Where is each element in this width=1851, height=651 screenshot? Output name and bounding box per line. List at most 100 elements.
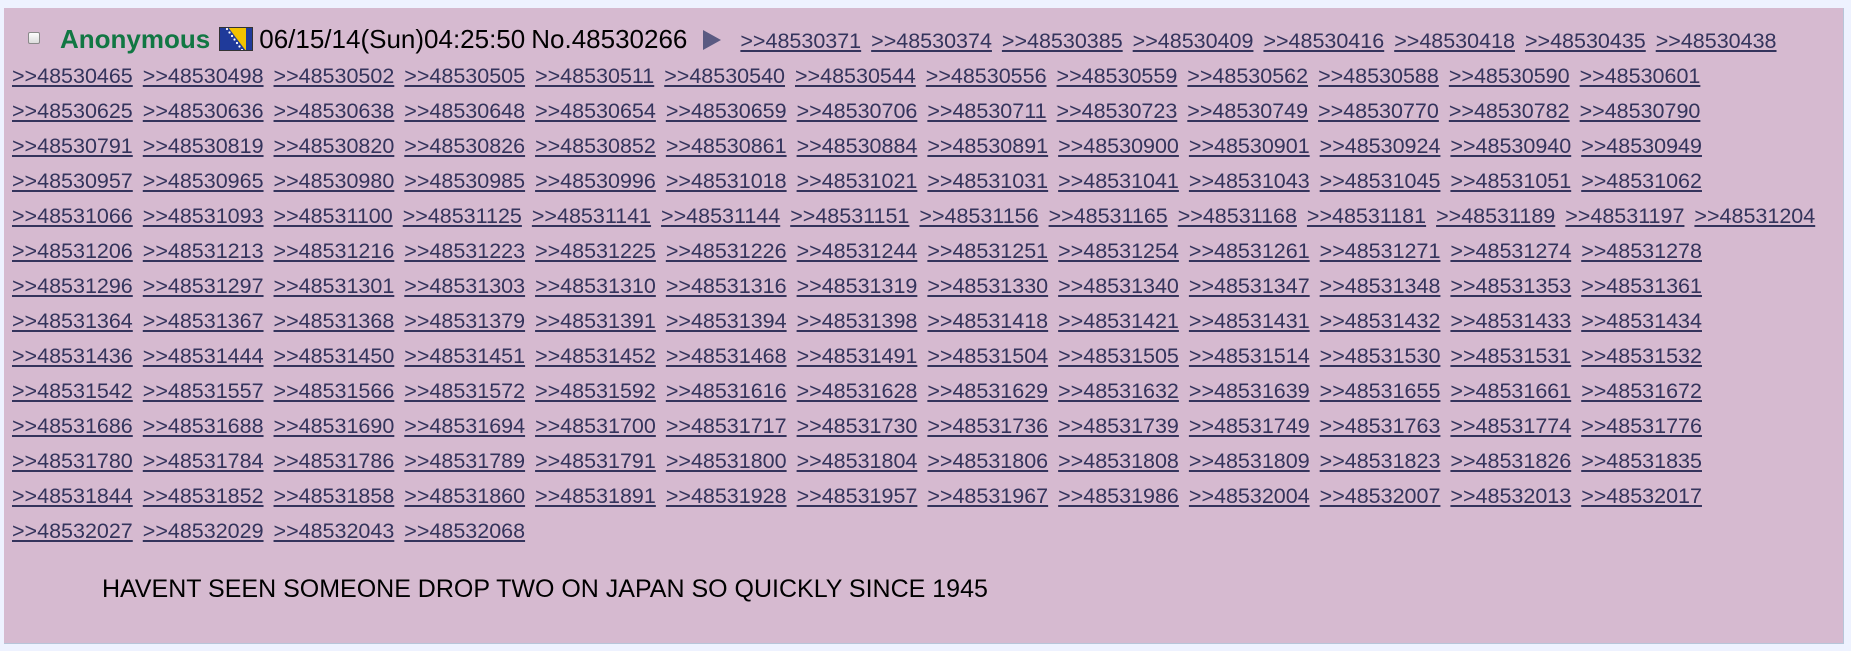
backlink[interactable]: >>48531800	[666, 449, 787, 473]
backlink[interactable]: >>48530502	[274, 64, 395, 88]
backlink[interactable]: >>48531156	[919, 204, 1038, 228]
backlink[interactable]: >>48531717	[666, 414, 787, 438]
backlink[interactable]: >>48531431	[1189, 309, 1310, 333]
backlink[interactable]: >>48531791	[535, 449, 656, 473]
backlink[interactable]: >>48531661	[1450, 379, 1571, 403]
backlink[interactable]: >>48531330	[927, 274, 1048, 298]
backlink[interactable]: >>48531891	[535, 484, 656, 508]
backlink[interactable]: >>48531364	[12, 309, 133, 333]
backlink[interactable]: >>48530891	[927, 134, 1048, 158]
backlink[interactable]: >>48530544	[795, 64, 916, 88]
backlink[interactable]: >>48531749	[1189, 414, 1310, 438]
backlink[interactable]: >>48531823	[1320, 449, 1441, 473]
backlink[interactable]: >>48531021	[797, 169, 918, 193]
backlink[interactable]: >>48531254	[1058, 239, 1179, 263]
backlink[interactable]: >>48531398	[797, 309, 918, 333]
backlink[interactable]: >>48531786	[274, 449, 395, 473]
backlink[interactable]: >>48532004	[1189, 484, 1310, 508]
backlink[interactable]: >>48531303	[404, 274, 525, 298]
backlink[interactable]: >>48531031	[927, 169, 1048, 193]
backlink[interactable]: >>48530985	[404, 169, 525, 193]
backlink[interactable]: >>48531763	[1320, 414, 1441, 438]
backlink[interactable]: >>48531592	[535, 379, 656, 403]
backlink[interactable]: >>48531353	[1450, 274, 1571, 298]
backlink[interactable]: >>48531432	[1320, 309, 1441, 333]
backlink[interactable]: >>48531043	[1189, 169, 1310, 193]
backlink[interactable]: >>48531688	[143, 414, 264, 438]
backlink[interactable]: >>48530749	[1187, 99, 1308, 123]
backlink[interactable]: >>48531421	[1058, 309, 1179, 333]
backlink[interactable]: >>48531826	[1450, 449, 1571, 473]
backlink[interactable]: >>48531557	[143, 379, 264, 403]
backlink[interactable]: >>48531310	[535, 274, 656, 298]
backlink[interactable]: >>48531504	[927, 344, 1048, 368]
backlink[interactable]: >>48531694	[404, 414, 525, 438]
backlink[interactable]: >>48531835	[1581, 449, 1702, 473]
backlink[interactable]: >>48531860	[404, 484, 525, 508]
backlink[interactable]: >>48531261	[1189, 239, 1310, 263]
backlink[interactable]: >>48531379	[404, 309, 525, 333]
backlink[interactable]: >>48531340	[1058, 274, 1179, 298]
backlink[interactable]: >>48531452	[535, 344, 656, 368]
backlink[interactable]: >>48531216	[274, 239, 395, 263]
backlink[interactable]: >>48531041	[1058, 169, 1179, 193]
backlink[interactable]: >>48531274	[1450, 239, 1571, 263]
backlink[interactable]: >>48532027	[12, 519, 133, 543]
backlink[interactable]: >>48531655	[1320, 379, 1441, 403]
backlink[interactable]: >>48531418	[927, 309, 1048, 333]
backlink[interactable]: >>48530706	[797, 99, 918, 123]
backlink[interactable]: >>48531531	[1450, 344, 1571, 368]
backlink[interactable]: >>48532007	[1320, 484, 1441, 508]
backlink[interactable]: >>48530590	[1449, 64, 1570, 88]
backlink[interactable]: >>48531213	[143, 239, 264, 263]
backlink[interactable]: >>48531690	[274, 414, 395, 438]
backlink[interactable]: >>48530980	[274, 169, 395, 193]
backlink[interactable]: >>48530648	[404, 99, 525, 123]
backlink[interactable]: >>48530588	[1318, 64, 1439, 88]
backlink[interactable]: >>48530654	[535, 99, 656, 123]
backlink[interactable]: >>48530465	[12, 64, 133, 88]
backlink[interactable]: >>48530901	[1189, 134, 1310, 158]
backlink[interactable]: >>48531686	[12, 414, 133, 438]
backlink[interactable]: >>48530723	[1057, 99, 1178, 123]
backlink[interactable]: >>48530409	[1133, 29, 1254, 53]
backlink[interactable]: >>48531809	[1189, 449, 1310, 473]
backlink[interactable]: >>48531730	[797, 414, 918, 438]
backlink[interactable]: >>48531739	[1058, 414, 1179, 438]
backlink[interactable]: >>48530638	[274, 99, 395, 123]
backlink[interactable]: >>48531271	[1320, 239, 1441, 263]
backlink[interactable]: >>48531491	[797, 344, 918, 368]
backlink[interactable]: >>48531967	[927, 484, 1048, 508]
backlink[interactable]: >>48531204	[1694, 204, 1815, 228]
backlink[interactable]: >>48531928	[666, 484, 787, 508]
backlink[interactable]: >>48531251	[927, 239, 1048, 263]
backlink[interactable]: >>48530385	[1002, 29, 1123, 53]
post-number-link[interactable]: No.48530266	[531, 24, 687, 54]
backlink[interactable]: >>48531296	[12, 274, 133, 298]
backlink[interactable]: >>48531628	[797, 379, 918, 403]
backlink[interactable]: >>48531806	[927, 449, 1048, 473]
backlink[interactable]: >>48531368	[274, 309, 395, 333]
backlink[interactable]: >>48530416	[1263, 29, 1384, 53]
backlink[interactable]: >>48530940	[1450, 134, 1571, 158]
backlink[interactable]: >>48531297	[143, 274, 264, 298]
backlink[interactable]: >>48531450	[274, 344, 395, 368]
backlink[interactable]: >>48531278	[1581, 239, 1702, 263]
backlink[interactable]: >>48531394	[666, 309, 787, 333]
backlink[interactable]: >>48531776	[1581, 414, 1702, 438]
backlink[interactable]: >>48531361	[1581, 274, 1702, 298]
backlink[interactable]: >>48531632	[1058, 379, 1179, 403]
backlink[interactable]: >>48531433	[1450, 309, 1571, 333]
backlink[interactable]: >>48531505	[1058, 344, 1179, 368]
backlink[interactable]: >>48531206	[12, 239, 133, 263]
backlink[interactable]: >>48531957	[797, 484, 918, 508]
backlink[interactable]: >>48531100	[274, 204, 393, 228]
backlink[interactable]: >>48531780	[12, 449, 133, 473]
backlink[interactable]: >>48530949	[1581, 134, 1702, 158]
backlink[interactable]: >>48531225	[535, 239, 656, 263]
backlink[interactable]: >>48531367	[143, 309, 264, 333]
backlink[interactable]: >>48531858	[274, 484, 395, 508]
backlink[interactable]: >>48530625	[12, 99, 133, 123]
backlink[interactable]: >>48531165	[1049, 204, 1168, 228]
backlink[interactable]: >>48531223	[404, 239, 525, 263]
